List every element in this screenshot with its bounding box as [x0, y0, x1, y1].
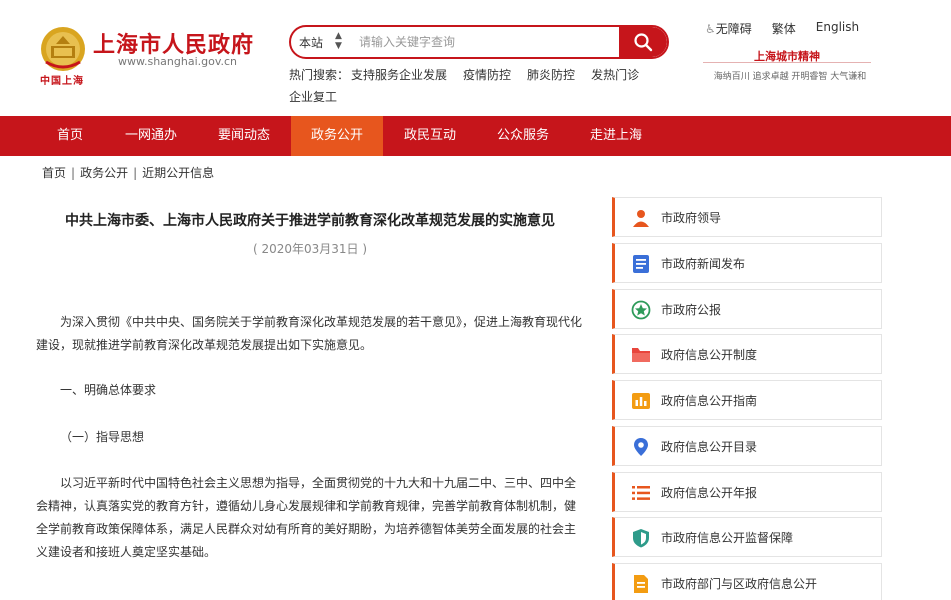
sidebar-item-disclosure-catalog[interactable]: 政府信息公开目录 — [612, 426, 882, 466]
sidebar-item-label: 市政府公报 — [661, 303, 722, 317]
english-link[interactable]: English — [816, 20, 859, 37]
person-icon — [633, 210, 649, 227]
divider — [703, 62, 871, 63]
accessibility-icon: ♿ — [705, 22, 716, 36]
sidebar-item-label: 市政府部门与区政府信息公开 — [661, 577, 818, 591]
article-section-heading: 一、明确总体要求 — [60, 383, 157, 397]
sidebar-item-disclosure-guide[interactable]: 政府信息公开指南 — [612, 380, 882, 420]
hot-search-link[interactable]: 企业复工 — [289, 90, 337, 104]
nav-item-interaction[interactable]: 政民互动 — [394, 116, 466, 156]
nav-item-about-shanghai[interactable]: 走进上海 — [580, 116, 652, 156]
article-paragraph: 为深入贯彻《中共中央、国务院关于学前教育深化改革规范发展的若干意见》，促进上海教… — [36, 315, 583, 352]
hot-search-link[interactable]: 支持服务企业发展 — [351, 68, 447, 82]
shanghai-emblem-icon[interactable] — [38, 24, 88, 74]
search-box: 本站 ▲ ▼ — [289, 25, 669, 59]
traditional-chinese-link[interactable]: 繁体 — [772, 20, 796, 37]
site-header: 中国上海 上海市人民政府 www.shanghai.gov.cn 本站 ▲▼ 热… — [0, 0, 951, 116]
hot-search: 热门搜索： 支持服务企业发展 疫情防控 肺炎防控 发热门诊企业复工 — [289, 64, 669, 108]
sidebar-item-gazette[interactable]: 市政府公报 — [612, 289, 882, 329]
nav-item-home[interactable]: 首页 — [40, 116, 100, 156]
sidebar-item-label: 政府信息公开制度 — [661, 348, 758, 362]
list-icon — [632, 486, 650, 500]
breadcrumb-separator: | — [71, 166, 76, 180]
document-icon — [633, 255, 649, 273]
breadcrumb-item[interactable]: 近期公开信息 — [142, 166, 214, 180]
sidebar-item-label: 政府信息公开年报 — [661, 486, 758, 500]
top-links: ♿无障碍 繁体 English — [705, 20, 859, 37]
nav-item-public-services[interactable]: 公众服务 — [487, 116, 559, 156]
sidebar-item-label: 政府信息公开指南 — [661, 394, 758, 408]
hot-search-label: 热门搜索： — [289, 68, 350, 82]
article-title: 中共上海市委、上海市人民政府关于推进学前教育深化改革规范发展的实施意见 — [65, 213, 555, 229]
accessibility-link[interactable]: ♿无障碍 — [705, 20, 752, 37]
sidebar-item-supervision[interactable]: 市政府信息公开监督保障 — [612, 517, 882, 557]
nav-item-one-stop[interactable]: 一网通办 — [115, 116, 187, 156]
sidebar-item-annual-report[interactable]: 政府信息公开年报 — [612, 472, 882, 512]
sidebar-item-label: 市政府新闻发布 — [661, 257, 746, 271]
breadcrumb-item[interactable]: 政务公开 — [80, 166, 128, 180]
hot-search-link[interactable]: 疫情防控 — [463, 68, 511, 82]
logo-subtitle: 中国上海 — [40, 76, 84, 87]
sidebar-item-city-leaders[interactable]: 市政府领导 — [612, 197, 882, 237]
breadcrumb-item[interactable]: 首页 — [42, 166, 66, 180]
file-icon — [634, 575, 648, 593]
main-nav: 首页 一网通办 要闻动态 政务公开 政民互动 公众服务 走进上海 — [0, 116, 951, 156]
sidebar-item-department-disclosure[interactable]: 市政府部门与区政府信息公开 — [612, 563, 882, 600]
search-scope-select[interactable]: 本站 — [299, 34, 323, 51]
star-badge-icon — [631, 300, 651, 320]
location-pin-icon — [634, 438, 648, 456]
folder-icon — [632, 348, 650, 362]
article-paragraph: 以习近平新时代中国特色社会主义思想为指导，全面贯彻党的十九大和十九届二中、三中、… — [36, 476, 577, 559]
nav-item-government-affairs[interactable]: 政务公开 — [291, 116, 383, 156]
hot-search-link[interactable]: 肺炎防控 — [527, 68, 575, 82]
breadcrumb: 首页 | 政务公开 | 近期公开信息 — [42, 164, 214, 181]
sidebar-item-label: 市政府信息公开监督保障 — [661, 531, 794, 545]
sidebar-item-disclosure-system[interactable]: 政府信息公开制度 — [612, 334, 882, 374]
scope-updown-icon[interactable]: ▲ ▼ — [335, 31, 342, 51]
hot-search-link[interactable]: 发热门诊 — [591, 68, 639, 82]
sidebar-item-press-release[interactable]: 市政府新闻发布 — [612, 243, 882, 283]
sidebar-item-label: 市政府领导 — [661, 211, 722, 225]
city-spirit-motto: 海纳百川 追求卓越 开明睿智 大气谦和 — [713, 72, 867, 82]
search-icon — [634, 33, 653, 52]
sidebar-item-label: 政府信息公开目录 — [661, 440, 758, 454]
site-url: www.shanghai.gov.cn — [118, 55, 238, 68]
nav-item-news[interactable]: 要闻动态 — [208, 116, 280, 156]
search-button[interactable] — [619, 27, 667, 57]
shield-icon — [633, 529, 649, 548]
article-subheading: （一）指导思想 — [60, 430, 145, 444]
search-input[interactable] — [359, 32, 609, 52]
bar-chart-icon — [632, 393, 650, 409]
breadcrumb-separator: | — [133, 166, 138, 180]
article-date: ( 2020年03月31日 ) — [252, 242, 368, 256]
